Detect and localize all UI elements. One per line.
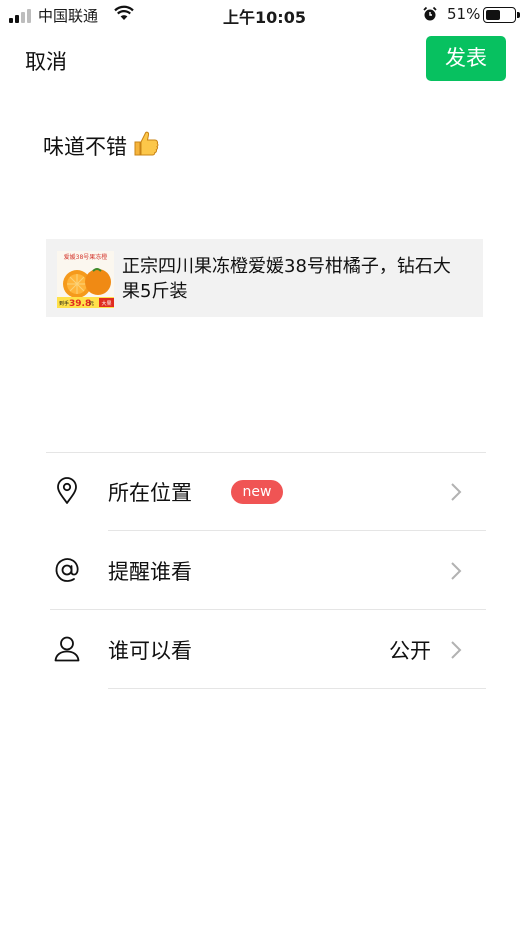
orange-product-image: 爱媛38号果冻橙 到手 39.8 元 大果: [57, 251, 114, 308]
thumb-price-unit: 元: [89, 301, 94, 307]
option-visibility-value: 公开: [389, 639, 431, 663]
cancel-button[interactable]: 取消: [25, 46, 67, 76]
post-text-area[interactable]: 味道不错: [43, 128, 160, 163]
option-location[interactable]: 所在位置 new: [50, 452, 486, 530]
thumb-banner-text: 爱媛38号果冻橙: [64, 253, 108, 261]
option-visibility-label: 谁可以看: [108, 639, 192, 663]
thumb-tag: 大果: [101, 300, 111, 307]
battery-percent: 51%: [447, 5, 481, 23]
status-bar: 中国联通 上午10:05 51%: [0, 0, 529, 30]
chevron-right-icon: [451, 562, 462, 580]
options-bottom-divider: [108, 688, 486, 689]
location-pin-icon: [57, 477, 77, 504]
alarm-clock-icon: [423, 6, 437, 21]
post-text: 味道不错: [43, 134, 127, 159]
battery-tip: [517, 12, 520, 18]
at-sign-icon: [55, 558, 79, 582]
chevron-right-icon: [451, 641, 462, 659]
new-badge: new: [231, 480, 283, 504]
option-location-label: 所在位置: [108, 481, 192, 505]
link-title: 正宗四川果冻橙爱媛38号柑橘子，钻石大果5斤装: [122, 256, 451, 302]
person-icon: [54, 636, 80, 662]
publish-button[interactable]: 发表: [426, 36, 506, 81]
option-mention[interactable]: 提醒谁看: [50, 531, 486, 609]
thumb-price-prefix: 到手: [59, 300, 69, 307]
thumb-price: 39.8: [69, 299, 91, 308]
link-thumbnail: 爱媛38号果冻橙 到手 39.8 元 大果: [57, 251, 114, 308]
battery-icon: [483, 7, 516, 23]
battery-fill: [486, 10, 500, 20]
thumbs-up-icon: [134, 131, 159, 156]
link-preview-card[interactable]: 爱媛38号果冻橙 到手 39.8 元 大果 正宗四川果冻橙爱媛38号柑橘子，钻石…: [46, 239, 483, 317]
chevron-right-icon: [451, 483, 462, 501]
thumbs-up-emoji: [130, 128, 160, 163]
option-mention-label: 提醒谁看: [108, 560, 192, 584]
option-visibility[interactable]: 谁可以看 公开: [50, 610, 486, 688]
